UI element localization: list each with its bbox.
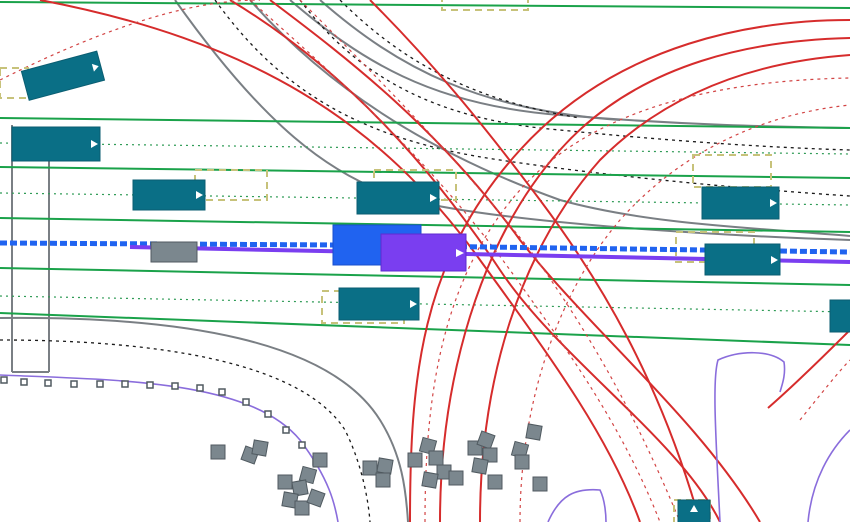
static-object	[210, 444, 226, 460]
static-object	[428, 450, 444, 466]
static-object	[514, 454, 530, 470]
vehicle-2	[11, 126, 101, 162]
parking-marker	[96, 380, 104, 388]
parking-marker	[282, 426, 290, 434]
parking-marker	[70, 380, 78, 388]
static-object	[448, 470, 464, 486]
parking-marker	[121, 380, 129, 388]
parking-marker	[298, 441, 306, 449]
static-object	[375, 472, 391, 488]
static-objects	[210, 423, 548, 516]
vehicle-8	[829, 299, 850, 333]
static-object	[407, 452, 423, 468]
vehicle-5	[338, 287, 420, 321]
parking-marker	[0, 376, 8, 384]
parking-marker	[171, 382, 179, 390]
static-object	[532, 476, 548, 492]
lane-boundary-lines	[0, 351, 850, 522]
parking-marker	[44, 379, 52, 387]
vehicle-4	[356, 181, 440, 215]
vehicle-1	[20, 50, 106, 101]
vehicle-9	[677, 499, 711, 522]
parking-marker	[264, 410, 272, 418]
vehicle-6	[701, 186, 780, 220]
static-object	[471, 457, 489, 475]
lane-lines	[0, 1, 850, 346]
parking-marker	[242, 398, 250, 406]
parking-marker	[146, 381, 154, 389]
static-object	[487, 474, 503, 490]
static-object	[376, 457, 394, 475]
static-object	[421, 471, 439, 489]
parking-markers	[0, 376, 320, 466]
vehicle-3	[132, 179, 206, 211]
static-object	[277, 474, 293, 490]
parking-marker	[196, 384, 204, 392]
bev-map: .green { stroke: #1aa24a; stroke-width: …	[0, 0, 850, 522]
vehicle-7	[704, 243, 781, 276]
parking-marker	[20, 378, 28, 386]
static-object	[251, 439, 269, 457]
static-vehicle	[150, 241, 198, 263]
static-object	[294, 500, 310, 516]
static-object	[312, 452, 328, 468]
static-object	[306, 488, 326, 508]
static-object	[362, 460, 378, 476]
parking-marker	[218, 388, 226, 396]
ego-predicted	[380, 233, 467, 272]
static-object	[525, 423, 543, 441]
